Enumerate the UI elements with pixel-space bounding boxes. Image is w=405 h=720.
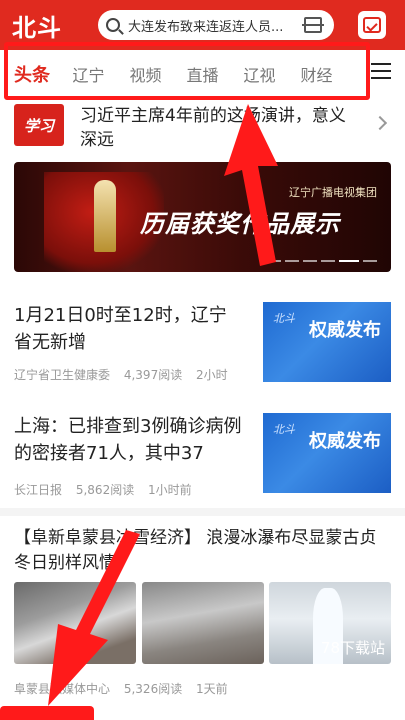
news-source: 长江日报 [14,483,63,497]
news-reads: 4,397阅读 [123,368,183,382]
carousel-dot [321,260,335,262]
thumb-seal: 权威发布 [309,320,381,341]
news-time: 1天前 [196,682,228,696]
study-logo: 学习 [14,104,64,146]
site-watermark: 78下载站 [320,639,385,657]
annotation-arrow-down [48,530,140,706]
news-item[interactable]: 1月21日0时至12时，辽宁省无新增 辽宁省卫生健康委 4,397阅读 2小时 … [14,302,391,386]
carousel-dot [363,260,377,262]
carousel-dot-active [339,260,359,262]
section-divider [0,508,405,516]
news-photo [141,582,264,664]
thumb-brand: 北斗 [273,423,295,436]
search-icon [106,18,120,32]
news-source: 辽宁省卫生健康委 [14,368,111,382]
hamburger-menu-icon[interactable] [371,63,391,79]
trophy-icon [94,180,116,252]
calendar-check-icon [363,17,381,33]
news-title: 上海：已排查到3例确诊病例的密接者71人，其中37 [14,416,242,464]
news-reads: 5,862阅读 [75,483,135,497]
banner-org: 辽宁广播电视集团 [289,186,377,199]
news-time: 1小时前 [148,483,192,497]
thumb-seal: 权威发布 [309,431,381,452]
app-logo: 北斗 [12,13,62,42]
banner-carousel[interactable]: 辽宁广播电视集团 历届获奖作品展示 [14,162,391,272]
carousel-dot [303,260,317,262]
thumb-brand: 北斗 [273,312,295,325]
calendar-button[interactable] [358,11,386,39]
news-thumbnail: 北斗 权威发布 [263,302,391,382]
tabs-highlight-box [4,42,370,100]
news-meta: 辽宁省卫生健康委 4,397阅读 2小时 [14,366,238,383]
annotation-highlight-bottom [0,706,94,720]
news-meta: 长江日报 5,862阅读 1小时前 [14,481,202,498]
news-title: 1月21日0时至12时，辽宁省无新增 [14,305,227,353]
news-time: 2小时 [196,368,228,382]
news-photo: 78下载站 [269,582,391,664]
news-thumbnail: 北斗 权威发布 [263,413,391,493]
promo-row[interactable]: 学习 习近平主席4年前的这场演讲，意义深远 [0,104,405,150]
search-placeholder: 大连发布致来连返连人员... [128,19,284,35]
news-item[interactable]: 上海：已排查到3例确诊病例的密接者71人，其中37 长江日报 5,862阅读 1… [14,413,391,497]
annotation-arrow-up [224,104,278,266]
search-bar[interactable]: 大连发布致来连返连人员... [98,10,334,40]
chevron-right-icon [372,115,388,131]
scan-icon[interactable] [302,17,324,33]
